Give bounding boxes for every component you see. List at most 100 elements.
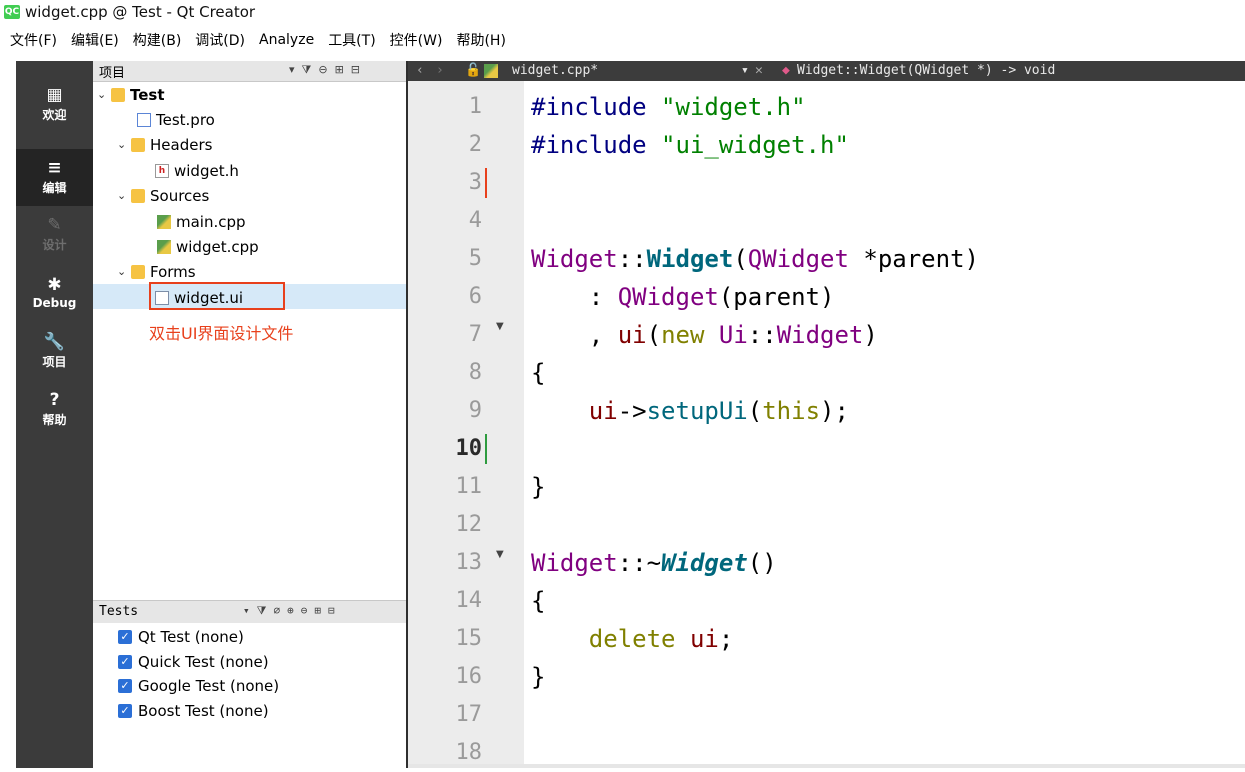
menu-debug[interactable]: 调试(D): [188, 30, 252, 50]
test-item-qt[interactable]: ✓ Qt Test (none): [118, 625, 244, 649]
test-item-quick[interactable]: ✓ Quick Test (none): [118, 650, 269, 674]
menu-controls[interactable]: 控件(W): [383, 30, 450, 50]
menu-bar: 文件(F) 编辑(E) 构建(B) 调试(D) Analyze 工具(T) 控件…: [0, 27, 1245, 52]
tree-node-label: main.cpp: [176, 212, 246, 231]
mode-design[interactable]: ✎ 设计: [16, 206, 93, 263]
mode-projects-label: 项目: [42, 355, 67, 369]
forms-folder-icon: [131, 264, 145, 279]
checkbox-checked-icon[interactable]: ✓: [118, 630, 132, 644]
checkbox-checked-icon[interactable]: ✓: [118, 655, 132, 669]
collapse-all-icon[interactable]: ⊖: [301, 604, 308, 618]
dropdown-arrow-icon[interactable]: ▾: [243, 604, 250, 618]
code-editor[interactable]: #include "widget.h" #include "ui_widget.…: [524, 81, 1245, 768]
close-editor-icon[interactable]: ✕: [755, 63, 763, 78]
headers-folder-icon: [131, 137, 145, 152]
expand-arrow-icon[interactable]: ⌄: [117, 189, 131, 202]
window-title: widget.cpp @ Test - Qt Creator: [25, 3, 256, 21]
expand-arrow-icon[interactable]: ⌄: [117, 265, 131, 278]
code-line-15: delete ui;: [588, 625, 734, 653]
edit-icon: ≡: [47, 158, 62, 178]
project-pane-title: 项目: [99, 66, 126, 81]
tree-node-label: widget.h: [174, 161, 239, 180]
tree-node-label: Test.pro: [156, 110, 215, 129]
close-pane-icon[interactable]: ⊟: [328, 604, 335, 618]
project-folder-icon: [111, 87, 125, 102]
mode-debug[interactable]: ✱ Debug: [16, 264, 93, 321]
code-line-8: {: [531, 359, 546, 387]
symbol-selector[interactable]: Widget::Widget(QWidget *) -> void: [797, 63, 1055, 78]
fold-arrow-icon[interactable]: ▼: [496, 549, 504, 560]
tree-node-widget-cpp[interactable]: widget.cpp: [157, 234, 259, 259]
mode-design-label: 设计: [42, 238, 67, 252]
filter-icon[interactable]: ⧩: [257, 604, 267, 618]
line-number: 3: [468, 170, 482, 195]
menu-build[interactable]: 构建(B): [126, 30, 189, 50]
checkbox-checked-icon[interactable]: ✓: [118, 679, 132, 693]
help-icon: ?: [49, 390, 60, 410]
mode-help[interactable]: ? 帮助: [16, 381, 93, 438]
menu-analyze[interactable]: Analyze: [252, 32, 321, 48]
code-line-16: }: [531, 663, 546, 691]
dropdown-arrow-icon[interactable]: ▾: [289, 63, 295, 77]
change-marker-saved: [485, 434, 487, 464]
cpp-file-icon: [157, 214, 171, 229]
cpp-file-icon: [484, 64, 498, 78]
mode-selector-bar: ▦ 欢迎 ≡ 编辑 ✎ 设计 ✱ Debug 🔧 项目 ? 帮助: [16, 61, 93, 768]
line-number: 15: [455, 626, 483, 651]
code-line-5: Widget::Widget(QWidget *parent): [531, 245, 979, 273]
editor-file-tab[interactable]: widget.cpp*: [512, 63, 598, 78]
split-icon[interactable]: ⊞: [314, 604, 321, 618]
menu-file[interactable]: 文件(F): [0, 30, 64, 50]
menu-edit[interactable]: 编辑(E): [64, 30, 126, 50]
tree-node-forms[interactable]: ⌄ Forms: [117, 259, 196, 284]
tree-node-label: Forms: [150, 262, 196, 281]
tests-pane-title: Tests: [99, 604, 139, 619]
tree-node-test[interactable]: ⌄ Test: [97, 82, 165, 107]
mode-projects[interactable]: 🔧 项目: [16, 323, 93, 380]
mode-welcome[interactable]: ▦ 欢迎: [16, 76, 93, 133]
tree-node-main-cpp[interactable]: main.cpp: [157, 209, 246, 234]
file-dropdown-icon[interactable]: ▾: [741, 63, 749, 78]
design-pencil-icon: ✎: [47, 215, 62, 235]
test-item-label: Google Test (none): [138, 677, 280, 695]
nav-forward-icon[interactable]: ›: [436, 63, 444, 78]
tree-node-headers[interactable]: ⌄ Headers: [117, 132, 212, 157]
menu-tools[interactable]: 工具(T): [321, 30, 382, 50]
header-file-icon: h: [155, 163, 169, 178]
test-item-boost[interactable]: ✓ Boost Test (none): [118, 699, 269, 723]
line-number: 6: [468, 284, 482, 309]
split-icon[interactable]: ⊞: [335, 63, 344, 77]
line-number: 13: [455, 550, 483, 575]
line-number: 7: [468, 322, 482, 347]
expand-arrow-icon[interactable]: ⌄: [97, 88, 111, 101]
nav-back-icon[interactable]: ‹: [416, 63, 424, 78]
tree-node-sources[interactable]: ⌄ Sources: [117, 183, 209, 208]
window-titlebar: QC widget.cpp @ Test - Qt Creator: [0, 0, 1245, 24]
checkbox-checked-icon[interactable]: ✓: [118, 704, 132, 718]
test-item-google[interactable]: ✓ Google Test (none): [118, 674, 279, 698]
fold-arrow-icon[interactable]: ▼: [496, 321, 504, 332]
project-tree: ⌄ Test Test.pro ⌄ Headers h widget.h ⌄ S…: [93, 82, 406, 600]
expand-all-icon[interactable]: ⊕: [287, 604, 294, 618]
line-number: 14: [455, 588, 483, 613]
project-pane-header: 项目 ▾ ⧩ ⊖ ⊞ ⊟: [93, 61, 406, 82]
close-pane-icon[interactable]: ⊟: [351, 63, 360, 77]
tree-node-widget-h[interactable]: h widget.h: [155, 158, 239, 183]
line-number: 12: [455, 512, 483, 537]
code-line-2: #include "ui_widget.h": [531, 131, 849, 159]
sources-folder-icon: [131, 188, 145, 203]
tree-node-test-pro[interactable]: Test.pro: [137, 107, 215, 132]
mode-edit[interactable]: ≡ 编辑: [16, 149, 93, 206]
link-icon[interactable]: ⊖: [318, 63, 327, 77]
line-number: 5: [468, 246, 482, 271]
wrench-icon: 🔧: [43, 332, 66, 352]
code-line-14: {: [531, 587, 546, 615]
expand-arrow-icon[interactable]: ⌄: [117, 138, 131, 151]
tree-node-label: Sources: [150, 186, 210, 205]
filter-icon[interactable]: ⧩: [302, 63, 312, 77]
code-line-1: #include "widget.h": [531, 93, 806, 121]
line-number: 17: [455, 702, 483, 727]
edit-icon[interactable]: ⌀: [273, 604, 280, 618]
menu-help[interactable]: 帮助(H): [449, 30, 512, 50]
editor-toolbar: ‹ › 🔓 widget.cpp* ▾ ✕ ◆ Widget::Widget(Q…: [408, 61, 1245, 81]
